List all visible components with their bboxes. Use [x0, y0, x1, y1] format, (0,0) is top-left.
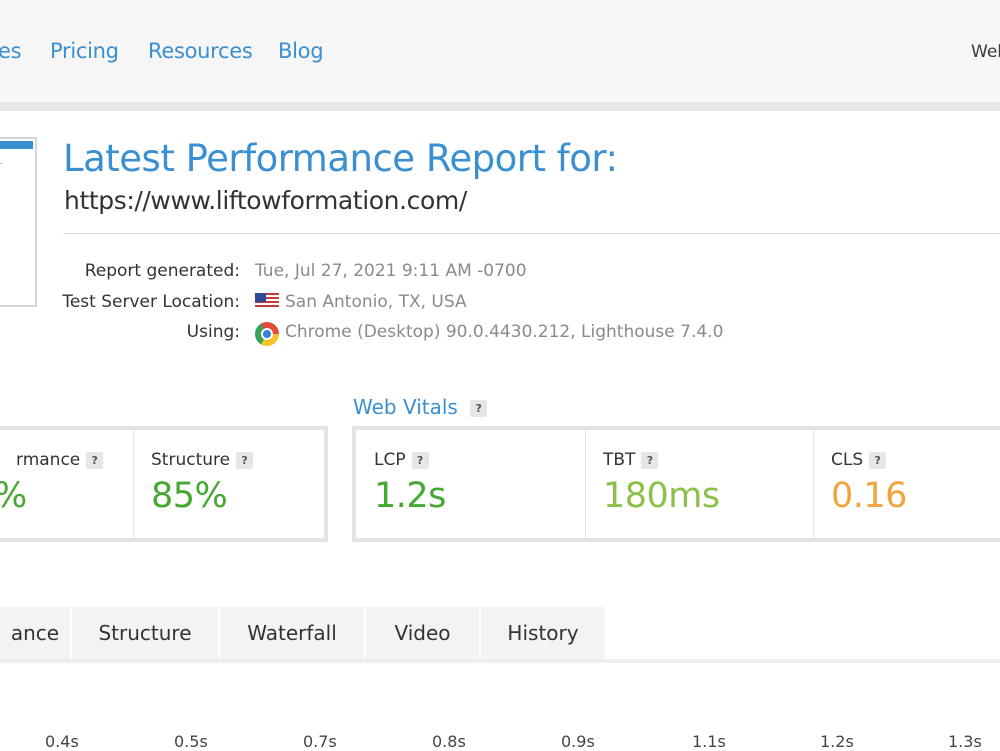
report-generated-value: Tue, Jul 27, 2021 9:11 AM -0700: [255, 261, 527, 281]
performance-value: %: [0, 476, 27, 516]
nav-item-pricing[interactable]: Pricing: [50, 39, 119, 63]
page-title: Latest Performance Report for:: [63, 137, 618, 180]
gtmetrix-grade-box: rmance? % Structure? 85%: [0, 426, 328, 542]
header-divider: [63, 233, 1000, 234]
tab-performance[interactable]: ance: [0, 607, 72, 659]
server-location-value: San Antonio, TX, USA: [285, 292, 467, 312]
structure-score[interactable]: Structure? 85%: [133, 430, 324, 538]
tabs-underline: [0, 659, 1000, 663]
tab-video[interactable]: Video: [366, 607, 481, 659]
nav-item-features[interactable]: es: [0, 39, 22, 63]
report-url[interactable]: https://www.liftowformation.com/: [64, 186, 467, 215]
structure-label-row: Structure?: [151, 450, 254, 470]
using-label: Using:: [186, 322, 240, 342]
help-icon[interactable]: ?: [86, 452, 104, 469]
chrome-icon: [255, 322, 279, 346]
timeline-tick: 1.3s: [948, 732, 982, 751]
cls-label-row: CLS?: [831, 450, 887, 470]
timeline-tick: 0.5s: [174, 732, 208, 751]
timeline-tick: 0.8s: [432, 732, 466, 751]
performance-label: rmance: [16, 450, 81, 470]
tbt-label: TBT: [603, 450, 636, 470]
page-thumbnail[interactable]: [0, 137, 37, 307]
welcome-text[interactable]: Wel: [971, 42, 1000, 62]
timeline-tick: 1.2s: [820, 732, 854, 751]
thumbnail-line: [0, 163, 2, 164]
web-vitals-title[interactable]: Web Vitals: [353, 395, 458, 419]
server-location-label: Test Server Location:: [62, 292, 240, 312]
timeline-tick: 0.7s: [303, 732, 337, 751]
lcp-label: LCP: [374, 450, 406, 470]
tab-history[interactable]: History: [481, 607, 607, 659]
timeline-tick: 0.9s: [561, 732, 595, 751]
structure-value: 85%: [151, 476, 228, 516]
tbt-label-row: TBT?: [603, 450, 659, 470]
help-icon[interactable]: ?: [869, 452, 887, 469]
tab-waterfall[interactable]: Waterfall: [220, 607, 366, 659]
lcp-value: 1.2s: [374, 476, 446, 516]
nav-item-resources[interactable]: Resources: [148, 39, 253, 63]
cls-value: 0.16: [831, 476, 907, 516]
web-vitals-box: LCP? 1.2s TBT? 180ms CLS? 0.16: [352, 426, 1000, 542]
lcp-label-row: LCP?: [374, 450, 429, 470]
lcp-score[interactable]: LCP? 1.2s: [356, 430, 586, 538]
us-flag-icon: [255, 293, 279, 309]
using-value: Chrome (Desktop) 90.0.4430.212, Lighthou…: [285, 322, 724, 342]
thumbnail-header-bar: [0, 141, 33, 149]
timeline-tick: 1.1s: [692, 732, 726, 751]
report-generated-label: Report generated:: [84, 261, 240, 281]
structure-label: Structure: [151, 450, 231, 470]
tab-structure[interactable]: Structure: [72, 607, 220, 659]
cls-score[interactable]: CLS? 0.16: [813, 430, 1000, 538]
help-icon[interactable]: ?: [236, 452, 254, 469]
tbt-value: 180ms: [603, 476, 720, 516]
performance-score[interactable]: rmance? %: [0, 430, 134, 538]
cls-label: CLS: [831, 450, 864, 470]
help-icon[interactable]: ?: [411, 452, 429, 469]
top-nav: es Pricing Resources Blog Wel: [0, 0, 1000, 111]
nav-item-blog[interactable]: Blog: [278, 39, 324, 63]
timeline-tick: 0.4s: [45, 732, 79, 751]
web-vitals-heading: Web Vitals ?: [353, 395, 488, 419]
help-icon[interactable]: ?: [641, 452, 659, 469]
help-icon[interactable]: ?: [470, 400, 488, 417]
tbt-score[interactable]: TBT? 180ms: [585, 430, 814, 538]
performance-label-row: rmance?: [16, 450, 104, 470]
